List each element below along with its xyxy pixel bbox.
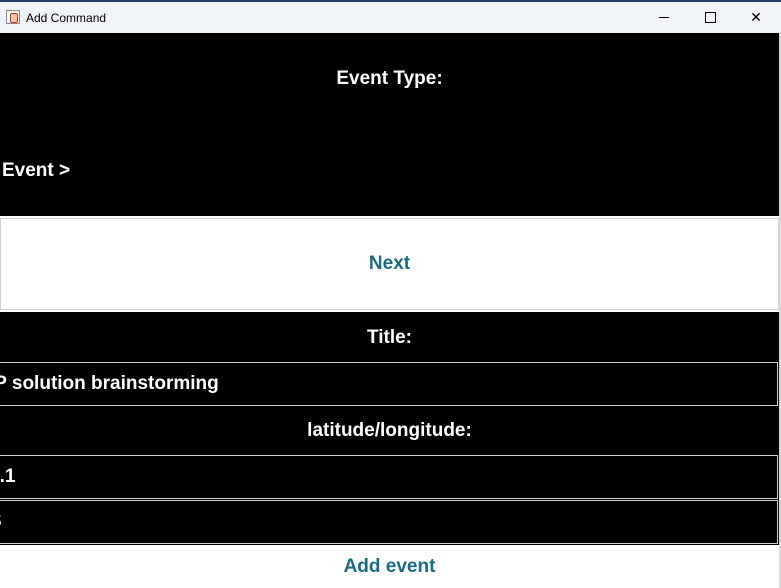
maximize-icon bbox=[704, 12, 716, 23]
event-type-label: Event Type: bbox=[336, 68, 443, 89]
event-type-panel bbox=[0, 33, 779, 216]
event-breadcrumb[interactable]: Event > bbox=[2, 160, 70, 182]
latitude-input-value: 4.1 bbox=[0, 466, 16, 487]
longitude-input-value: S bbox=[0, 511, 2, 533]
java-cup-icon bbox=[6, 10, 20, 24]
latitude-input[interactable]: 4.1 bbox=[0, 455, 778, 499]
close-button[interactable]: ✕ bbox=[733, 2, 779, 33]
title-input[interactable]: IP solution brainstorming bbox=[0, 362, 778, 406]
close-icon: ✕ bbox=[750, 9, 762, 25]
title-input-value: IP solution brainstorming bbox=[0, 373, 219, 394]
next-button[interactable]: Next bbox=[0, 218, 779, 310]
window-title: Add Command bbox=[26, 11, 107, 25]
minimize-icon bbox=[659, 17, 669, 18]
title-label: Title: bbox=[366, 327, 413, 348]
latlong-label: latitude/longitude: bbox=[307, 420, 472, 441]
minimize-button[interactable] bbox=[641, 2, 687, 33]
add-event-button[interactable]: Add event bbox=[0, 546, 779, 588]
window-titlebar: Add Command ✕ bbox=[0, 0, 781, 33]
maximize-button[interactable] bbox=[687, 2, 733, 33]
longitude-input[interactable]: S bbox=[0, 500, 778, 544]
